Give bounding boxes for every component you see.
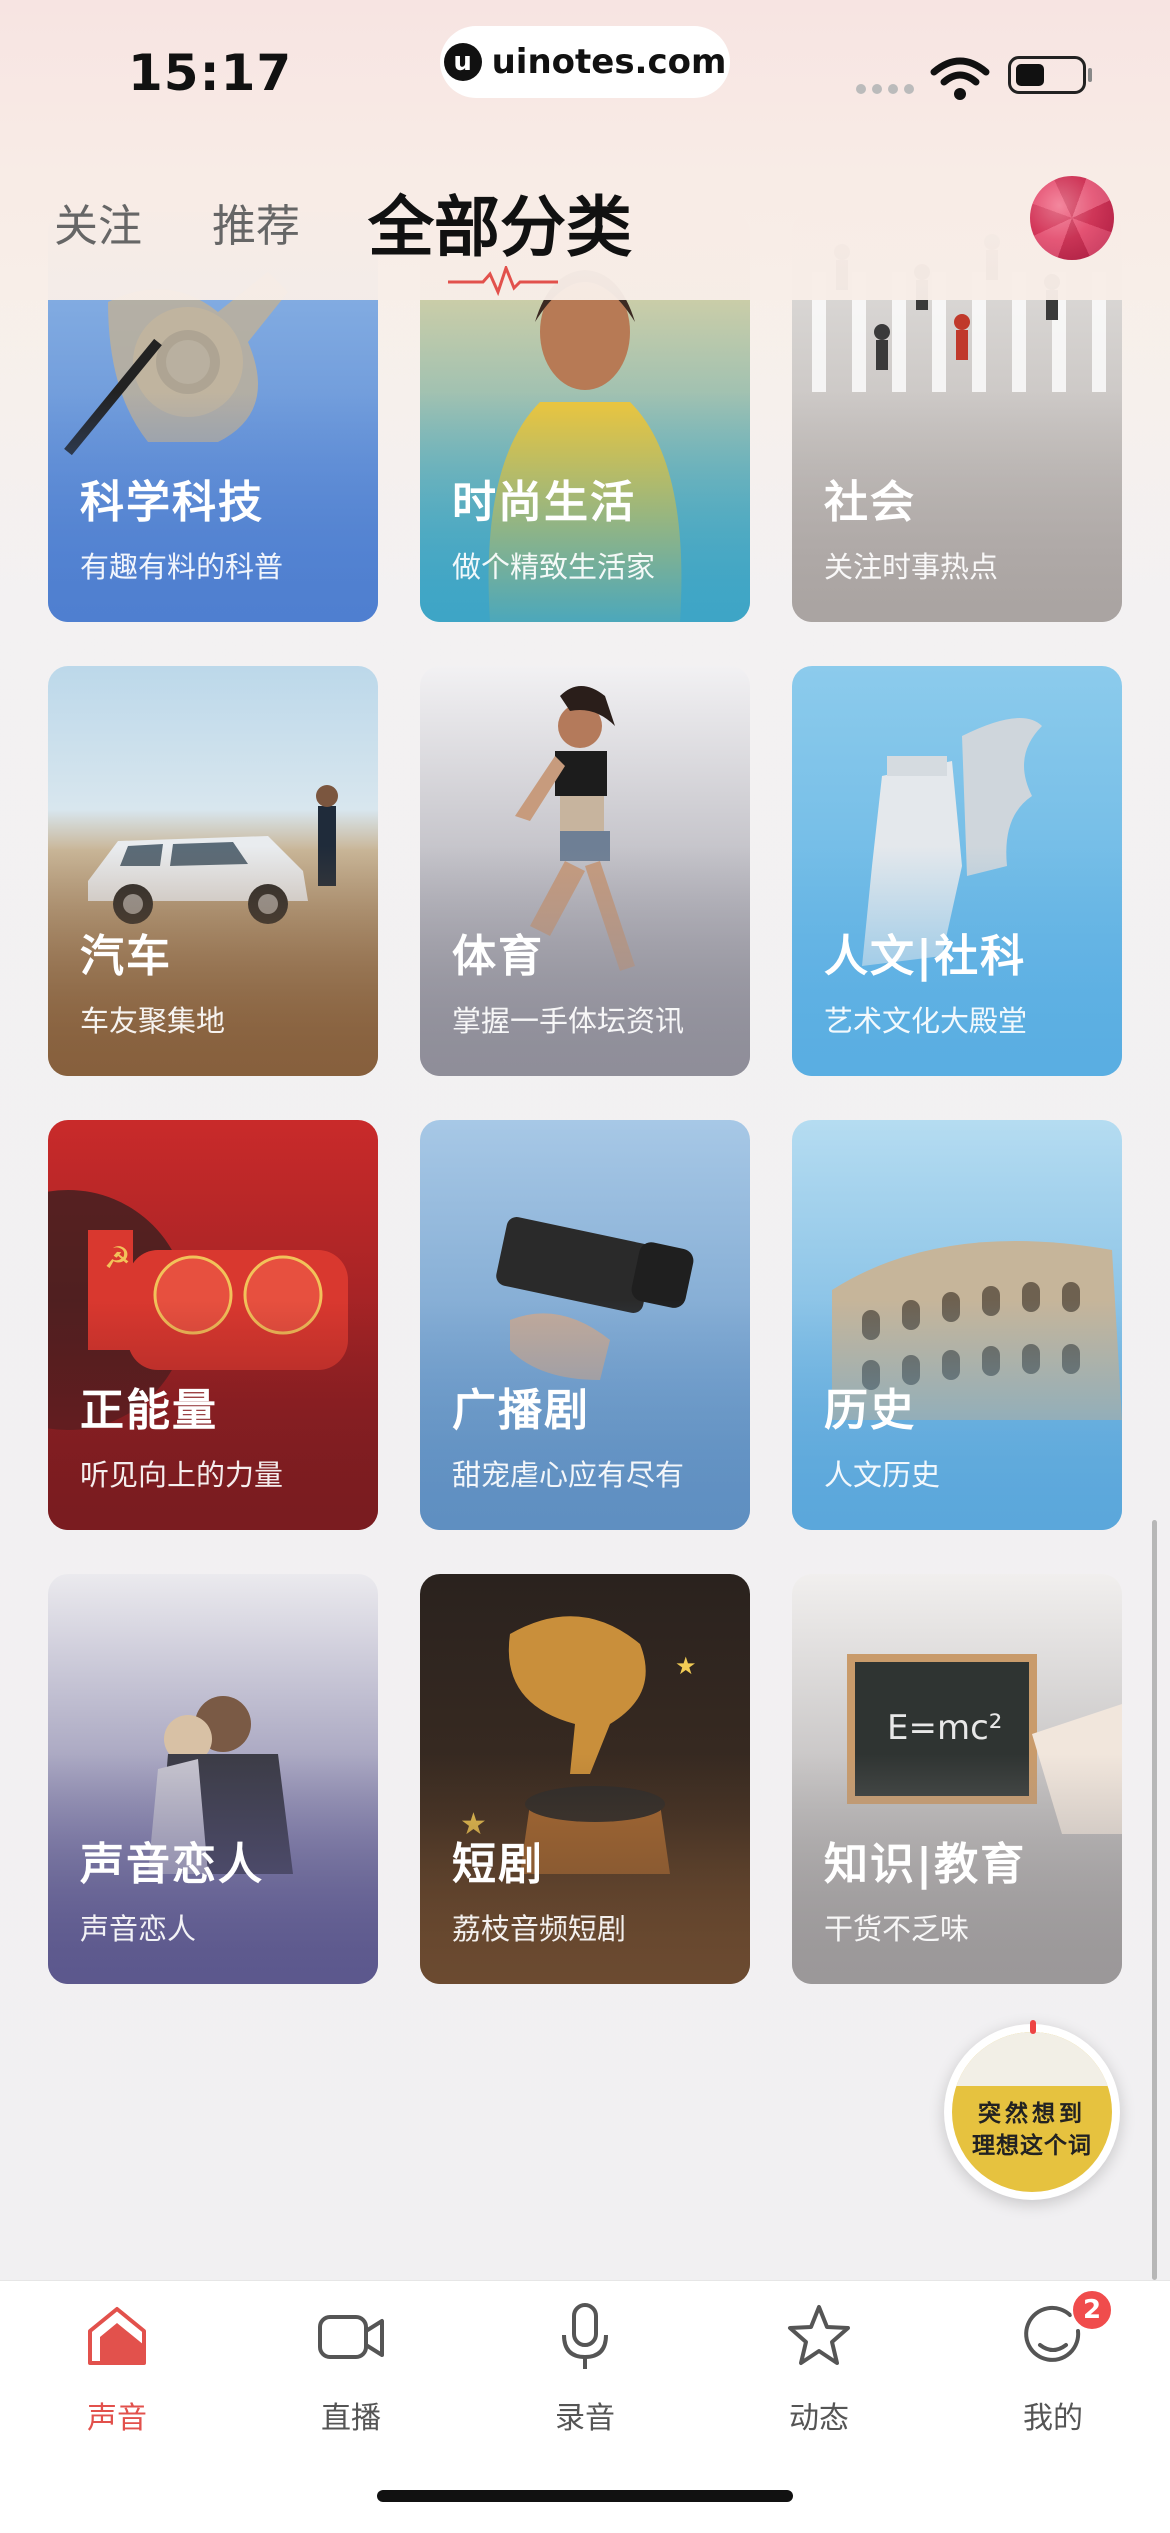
- category-title: 正能量: [80, 1385, 218, 1436]
- svg-text:E=mc²: E=mc²: [887, 1708, 1002, 1748]
- tabbar-item-live[interactable]: 直播: [281, 2301, 421, 2461]
- url-pill[interactable]: u uinotes.com: [440, 26, 730, 98]
- promo-text-line1: 突然想到: [978, 2101, 1086, 2127]
- tab-all-categories[interactable]: 全部分类: [368, 174, 632, 270]
- category-card-voice-lover[interactable]: 声音恋人 声音恋人: [48, 1574, 378, 1984]
- category-grid-content: 科学科技 有趣有料的科普 时尚生活 做个精致生活家 社会 关注时事热点 汽车 车…: [0, 0, 1170, 2280]
- tabbar-item-moments[interactable]: 动态: [749, 2301, 889, 2461]
- tabbar-item-me[interactable]: 2 我的: [983, 2289, 1123, 2461]
- promo-indicator-dot: [1030, 2020, 1036, 2034]
- category-title: 广播剧: [452, 1385, 590, 1436]
- category-subtitle: 人文历史: [824, 1458, 941, 1492]
- wifi-icon: [930, 57, 990, 100]
- tabbar-label: 我的: [1023, 2401, 1083, 2436]
- category-subtitle: 甜宠虐心应有尽有: [452, 1458, 685, 1492]
- tabbar-item-record[interactable]: 录音: [515, 2301, 655, 2461]
- url-text: uinotes.com: [491, 42, 727, 82]
- category-subtitle: 干货不乏味: [824, 1912, 970, 1946]
- tab-recommend[interactable]: 推荐: [212, 190, 300, 254]
- site-logo-icon: u: [443, 43, 482, 81]
- category-card-short-drama[interactable]: ★ ★ 短剧 荔枝音频短剧: [420, 1574, 750, 1984]
- tabbar-label: 录音: [555, 2401, 615, 2436]
- category-title: 声音恋人: [80, 1839, 264, 1890]
- tabbar-label: 直播: [321, 2401, 381, 2436]
- category-title: 时尚生活: [452, 477, 636, 528]
- category-title: 社会: [824, 477, 916, 528]
- category-title: 短剧: [452, 1839, 544, 1890]
- category-title: 知识|教育: [824, 1839, 1027, 1890]
- promo-text-line2: 理想这个词: [972, 2133, 1092, 2159]
- category-card-history[interactable]: 历史 人文历史: [792, 1120, 1122, 1530]
- star-icon: [788, 2305, 850, 2365]
- tabbar-item-voice[interactable]: 声音: [47, 2301, 187, 2461]
- category-card-positive-energy[interactable]: ☭ 正能量 听见向上的力量: [48, 1120, 378, 1530]
- category-title: 历史: [824, 1385, 916, 1436]
- svg-text:☭: ☭: [104, 1241, 131, 1276]
- category-subtitle: 荔枝音频短剧: [452, 1912, 627, 1946]
- category-title: 汽车: [80, 931, 172, 982]
- category-subtitle: 艺术文化大殿堂: [824, 1004, 1028, 1038]
- tabbar-label: 声音: [87, 2401, 147, 2436]
- category-card-sports[interactable]: 体育 掌握一手体坛资讯: [420, 666, 750, 1076]
- category-subtitle: 声音恋人: [80, 1912, 197, 1946]
- user-avatar[interactable]: [1030, 176, 1114, 260]
- home-indicator: [377, 2490, 793, 2502]
- category-subtitle: 关注时事热点: [824, 550, 999, 584]
- tabbar-label: 动态: [789, 2401, 849, 2436]
- battery-tip: [1088, 68, 1092, 82]
- notification-badge: 2: [1071, 2289, 1113, 2331]
- battery-icon: [1008, 56, 1086, 94]
- category-subtitle: 做个精致生活家: [452, 550, 656, 584]
- category-subtitle: 听见向上的力量: [80, 1458, 284, 1492]
- category-title: 人文|社科: [824, 931, 1027, 982]
- category-subtitle: 车友聚集地: [80, 1004, 226, 1038]
- category-title: 体育: [452, 931, 544, 982]
- cellular-signal-icon: [856, 84, 914, 94]
- active-tab-wave-indicator: [448, 266, 558, 296]
- clock: 15:17: [128, 44, 293, 102]
- category-card-humanities[interactable]: 人文|社科 艺术文化大殿堂: [792, 666, 1122, 1076]
- house-icon: [88, 2307, 146, 2365]
- scrollbar[interactable]: [1152, 1520, 1157, 2280]
- top-tab-bar: 关注 推荐 全部分类: [0, 160, 1170, 300]
- svg-text:★: ★: [675, 1652, 697, 1680]
- category-subtitle: 掌握一手体坛资讯: [452, 1004, 685, 1038]
- microphone-icon: [562, 2303, 608, 2369]
- status-bar: 15:17 u uinotes.com: [0, 0, 1170, 150]
- category-subtitle: 有趣有料的科普: [80, 550, 284, 584]
- category-card-auto[interactable]: 汽车 车友聚集地: [48, 666, 378, 1076]
- tab-follow[interactable]: 关注: [54, 190, 142, 254]
- floating-promo-button[interactable]: 突然想到 理想这个词: [944, 2024, 1120, 2200]
- category-card-education[interactable]: E=mc² 知识|教育 干货不乏味: [792, 1574, 1122, 1984]
- category-card-radio-drama[interactable]: 广播剧 甜宠虐心应有尽有: [420, 1120, 750, 1530]
- category-title: 科学科技: [80, 477, 264, 528]
- video-camera-icon: [318, 2315, 384, 2359]
